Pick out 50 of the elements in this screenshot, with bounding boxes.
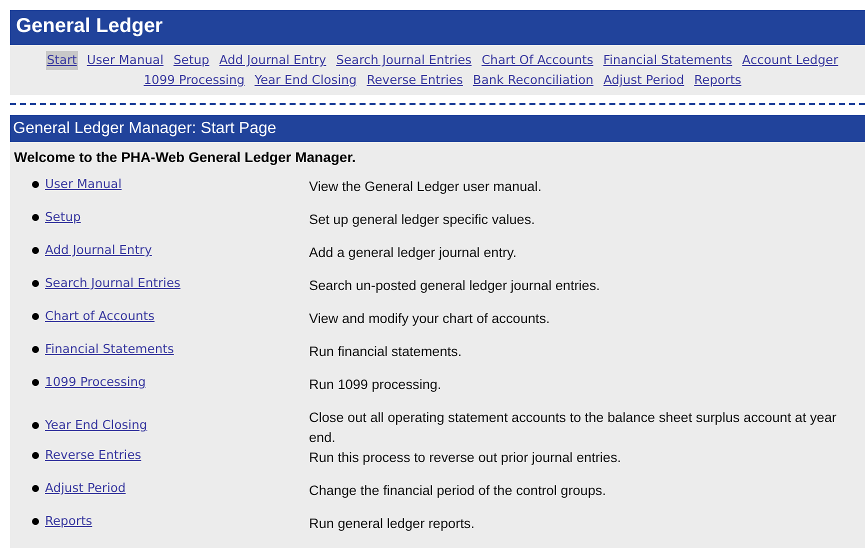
nav-link[interactable]: Setup: [172, 51, 210, 70]
bullet-icon: [32, 452, 39, 458]
nav-link[interactable]: Search Journal Entries: [335, 51, 473, 70]
nav-link[interactable]: Reverse Entries: [366, 71, 464, 90]
menu-link[interactable]: Search Journal Entries: [45, 276, 180, 290]
nav-link[interactable]: Reports: [693, 71, 742, 90]
nav-link[interactable]: Account Ledger: [741, 51, 840, 70]
bullet-icon: [32, 214, 39, 220]
nav-link[interactable]: Chart Of Accounts: [480, 51, 594, 70]
menu-link[interactable]: Financial Statements: [45, 342, 174, 356]
description-text: Run general ledger reports.: [309, 515, 476, 533]
menu-link[interactable]: Setup: [45, 210, 81, 224]
description-text: Search un-posted general ledger journal entries.: [309, 277, 601, 295]
menu-link[interactable]: Year End Closing: [45, 418, 148, 432]
description-text: Change the financial period of the control groups.: [309, 482, 607, 500]
nav-link[interactable]: Start: [46, 51, 78, 70]
menu-link[interactable]: User Manual: [45, 177, 122, 191]
nav-link[interactable]: Bank Reconciliation: [472, 71, 594, 90]
menu-link[interactable]: Reports: [45, 514, 92, 528]
nav-link[interactable]: Adjust Period: [602, 71, 686, 90]
nav-link[interactable]: Year End Closing: [254, 71, 358, 90]
menu-link[interactable]: Chart of Accounts: [45, 309, 155, 323]
description-text: Run this process to reverse out prior journal entries.: [309, 449, 622, 467]
description-text: View the General Ledger user manual.: [309, 178, 542, 196]
bullet-icon: [32, 378, 39, 386]
nav-link[interactable]: Financial Statements: [602, 51, 734, 70]
bullet-icon: [32, 484, 39, 492]
bullet-icon: [32, 280, 39, 286]
bullet-icon: [32, 422, 39, 428]
page-title: General Ledger: [10, 10, 865, 45]
description-text: Set up general ledger specific values.: [309, 211, 536, 229]
description-text: Add a general ledger journal entry.: [309, 244, 518, 262]
welcome-text: Welcome to the PHA-Web General Ledger Manager.: [14, 149, 356, 165]
menu-link[interactable]: 1099 Processing: [45, 375, 146, 389]
bullet-icon: [32, 180, 39, 188]
bullet-icon: [32, 346, 39, 352]
bullet-icon: [32, 246, 39, 254]
description-text: Run financial statements.: [309, 343, 463, 361]
section-title: General Ledger Manager: Start Page: [10, 115, 865, 142]
menu-link[interactable]: Adjust Period: [45, 481, 126, 495]
bullet-icon: [32, 518, 39, 524]
nav-link[interactable]: User Manual: [86, 51, 164, 70]
description-text: Run 1099 processing.: [309, 376, 442, 394]
description-text: Close out all operating statement accounts to the balance sheet surplus account at year end.: [309, 409, 838, 447]
menu-link[interactable]: Add Journal Entry: [45, 243, 152, 257]
description-text: View and modify your chart of accounts.: [309, 310, 551, 328]
nav-link[interactable]: Add Journal Entry: [218, 51, 328, 70]
bullet-icon: [32, 312, 39, 320]
nav-link[interactable]: 1099 Processing: [142, 71, 246, 90]
menu-link[interactable]: Reverse Entries: [45, 448, 142, 462]
